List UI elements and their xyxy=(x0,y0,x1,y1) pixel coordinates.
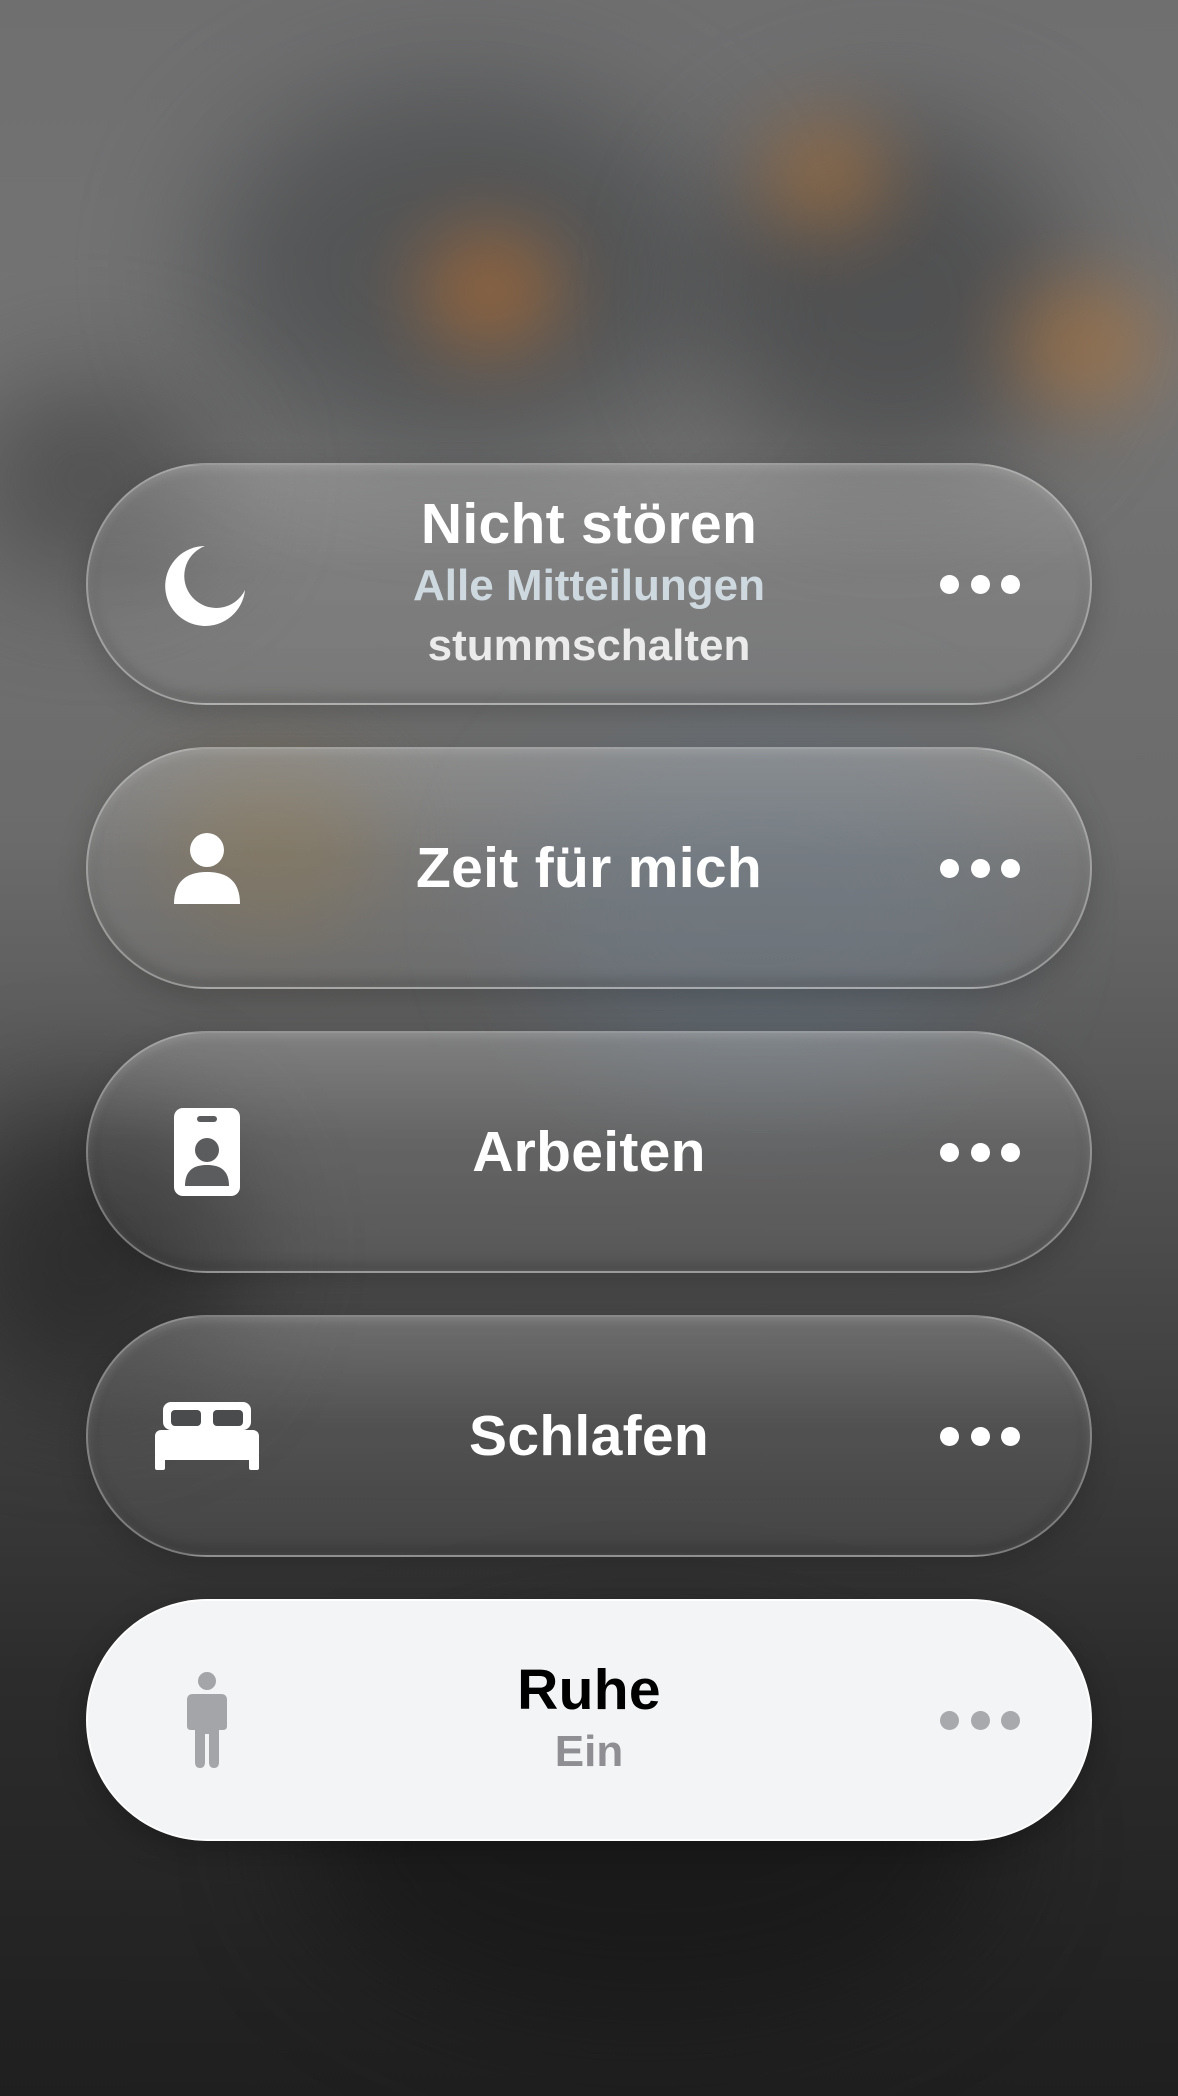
focus-title: Zeit für mich xyxy=(416,836,762,900)
focus-title: Ruhe xyxy=(517,1658,661,1722)
dot-icon xyxy=(1001,574,1020,594)
focus-subtitle-line2: stummschalten xyxy=(427,621,751,670)
dot-icon xyxy=(940,574,959,594)
focus-title: Arbeiten xyxy=(472,1120,706,1184)
focus-work[interactable]: Arbeiten xyxy=(86,1031,1092,1273)
dot-icon xyxy=(940,1710,959,1730)
focus-mode-list: Nicht stören Alle Mitteilungen stummscha… xyxy=(86,463,1092,1883)
focus-do-not-disturb[interactable]: Nicht stören Alle Mitteilungen stummscha… xyxy=(86,463,1092,705)
more-options-button[interactable] xyxy=(940,1710,1020,1730)
dot-icon xyxy=(1001,1426,1020,1446)
focus-status: Ein xyxy=(554,1727,624,1776)
dot-icon xyxy=(1001,1710,1020,1730)
focus-sleep[interactable]: Schlafen xyxy=(86,1315,1092,1557)
standing-person-icon xyxy=(152,1665,262,1775)
dot-icon xyxy=(940,1142,959,1162)
person-icon xyxy=(152,813,262,923)
dot-icon xyxy=(1001,858,1020,878)
dot-icon xyxy=(940,1426,959,1446)
dot-icon xyxy=(970,858,990,878)
id-badge-icon xyxy=(152,1097,262,1207)
dot-icon xyxy=(970,1142,990,1162)
dot-icon xyxy=(970,1426,990,1446)
dot-icon xyxy=(1001,1142,1020,1162)
focus-personal-text: Zeit für mich xyxy=(278,836,900,900)
focus-sleep-text: Schlafen xyxy=(278,1404,900,1468)
focus-mindfulness-text: Ruhe Ein xyxy=(278,1658,900,1782)
more-options-button[interactable] xyxy=(940,1142,1020,1162)
moon-icon xyxy=(152,529,262,639)
focus-mindfulness[interactable]: Ruhe Ein xyxy=(86,1599,1092,1841)
focus-personal[interactable]: Zeit für mich xyxy=(86,747,1092,989)
dot-icon xyxy=(940,858,959,878)
dot-icon xyxy=(970,1710,990,1730)
focus-work-text: Arbeiten xyxy=(278,1120,900,1184)
more-options-button[interactable] xyxy=(940,858,1020,878)
more-options-button[interactable] xyxy=(940,574,1020,594)
focus-title: Nicht stören xyxy=(420,492,758,556)
focus-title: Schlafen xyxy=(469,1404,709,1468)
more-options-button[interactable] xyxy=(940,1426,1020,1446)
focus-subtitle: Alle Mitteilungen xyxy=(413,561,765,610)
bed-icon xyxy=(152,1381,262,1491)
focus-do-not-disturb-text: Nicht stören Alle Mitteilungen stummscha… xyxy=(278,492,900,676)
dot-icon xyxy=(970,574,990,594)
